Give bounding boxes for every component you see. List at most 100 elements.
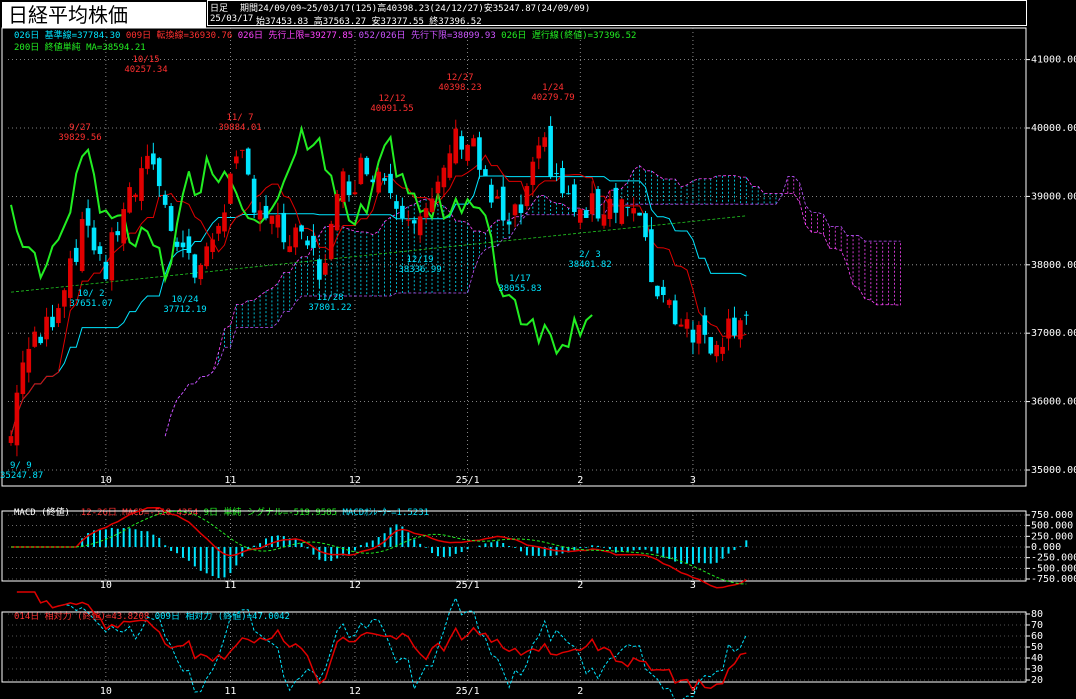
candle-body (566, 193, 571, 195)
candle-body (50, 316, 55, 328)
x-tick-label-macd: 25/1 (456, 580, 480, 591)
candle-body (281, 212, 287, 243)
y-axis-label-rsi: 20 (1031, 675, 1043, 686)
candle-body (477, 137, 482, 170)
candle-body (26, 348, 32, 373)
x-tick-label-main: 12 (349, 475, 361, 486)
candle-body (168, 206, 174, 231)
candle-body (322, 262, 328, 275)
candle-body (554, 173, 559, 175)
candle-body (589, 193, 595, 215)
candle-body (340, 171, 346, 202)
candle-body (180, 242, 186, 248)
candle-body (661, 286, 666, 295)
candle-body (583, 210, 589, 218)
signal-line (11, 510, 747, 585)
y-axis-label-macd: -250.000 (1031, 553, 1076, 564)
annotation-date: 10/ 2 (77, 289, 104, 299)
candle-body (115, 231, 121, 236)
x-tick-label-macd: 12 (349, 580, 361, 591)
candle-body (151, 153, 156, 165)
candle-body (572, 184, 577, 212)
candle-body (328, 223, 334, 260)
y-axis-label-macd: 750.000 (1031, 510, 1073, 521)
candle-body (85, 208, 91, 226)
annotation-value: 37712.19 (163, 305, 206, 315)
candle-body (275, 214, 281, 228)
candle-body (744, 314, 749, 316)
candle-body (79, 219, 85, 272)
y-axis-label-macd: 0.000 (1031, 542, 1061, 553)
candle-body (512, 204, 518, 216)
y-axis-label-rsi: 60 (1031, 631, 1043, 642)
candle-body (8, 436, 14, 443)
candle-body (38, 336, 43, 344)
rsi-14-line (16, 591, 747, 692)
x-tick-label-macd: 3 (690, 580, 696, 591)
candle-body (210, 239, 215, 253)
candle-body (68, 258, 73, 298)
candle-body (447, 153, 453, 178)
candle-body (577, 209, 583, 223)
x-tick-label-rsi: 2 (577, 686, 583, 697)
candle-body (263, 205, 269, 219)
annotation-value: 35247.87 (0, 471, 43, 481)
candle-body (601, 214, 607, 226)
y-axis-label-main: 39000.00 (1031, 191, 1076, 202)
annotation-value: 38055.83 (498, 284, 541, 294)
annotation-value: 40257.34 (124, 65, 167, 75)
annotation-date: 10/24 (171, 295, 198, 305)
candle-body (732, 317, 737, 336)
x-tick-label-macd: 10 (100, 580, 112, 591)
candle-body (406, 219, 411, 221)
annotation-date: 1/24 (542, 83, 564, 93)
x-tick-label-main: 11 (224, 475, 236, 486)
candle-body (56, 308, 61, 324)
candle-body (483, 169, 488, 176)
annotation-value: 37651.07 (69, 299, 112, 309)
candle-body (305, 240, 310, 246)
annotation-value: 39829.56 (58, 133, 101, 143)
candle-body (536, 145, 542, 159)
y-axis-label-main: 40000.00 (1031, 123, 1076, 134)
y-axis-label-macd: -500.000 (1031, 563, 1076, 574)
candle-body (411, 220, 417, 224)
candle-body (738, 320, 743, 340)
candle-body (625, 206, 631, 208)
candle-body (441, 167, 447, 188)
candle-body (453, 128, 459, 164)
chart-canvas: 10101011111112121225/125/125/12223334100… (0, 27, 1076, 699)
candle-body (708, 337, 714, 354)
candle-body (139, 168, 144, 201)
candle-body (643, 213, 648, 238)
candle-body (228, 173, 233, 204)
candle-body (73, 247, 79, 262)
candle-body (400, 205, 405, 219)
x-tick-label-macd: 2 (577, 580, 583, 591)
annotation-date: 12/12 (378, 94, 405, 104)
annotation-value: 40091.55 (370, 104, 413, 114)
candle-body (121, 209, 126, 244)
candle-body (714, 344, 719, 357)
candle-body (358, 157, 364, 185)
candle-body (14, 392, 20, 446)
x-tick-label-main: 10 (100, 475, 112, 486)
y-axis-label-main: 35000.00 (1031, 465, 1076, 476)
candle-body (619, 199, 625, 224)
candle-body (613, 187, 619, 213)
x-tick-label-macd: 11 (224, 580, 236, 591)
candle-body (394, 201, 399, 209)
candle-body (465, 144, 470, 161)
candle-body (239, 149, 245, 151)
x-tick-label-rsi: 25/1 (456, 686, 480, 697)
candle-body (186, 236, 192, 253)
candle-body (631, 208, 636, 214)
candle-body (489, 184, 494, 203)
candle-body (696, 324, 702, 344)
annotation-date: 1/17 (509, 274, 531, 284)
candle-body (293, 227, 298, 248)
y-axis-label-main: 36000.00 (1031, 397, 1076, 408)
rsi-9-line (16, 591, 747, 699)
candle-body (423, 208, 429, 218)
candle-body (269, 215, 275, 224)
